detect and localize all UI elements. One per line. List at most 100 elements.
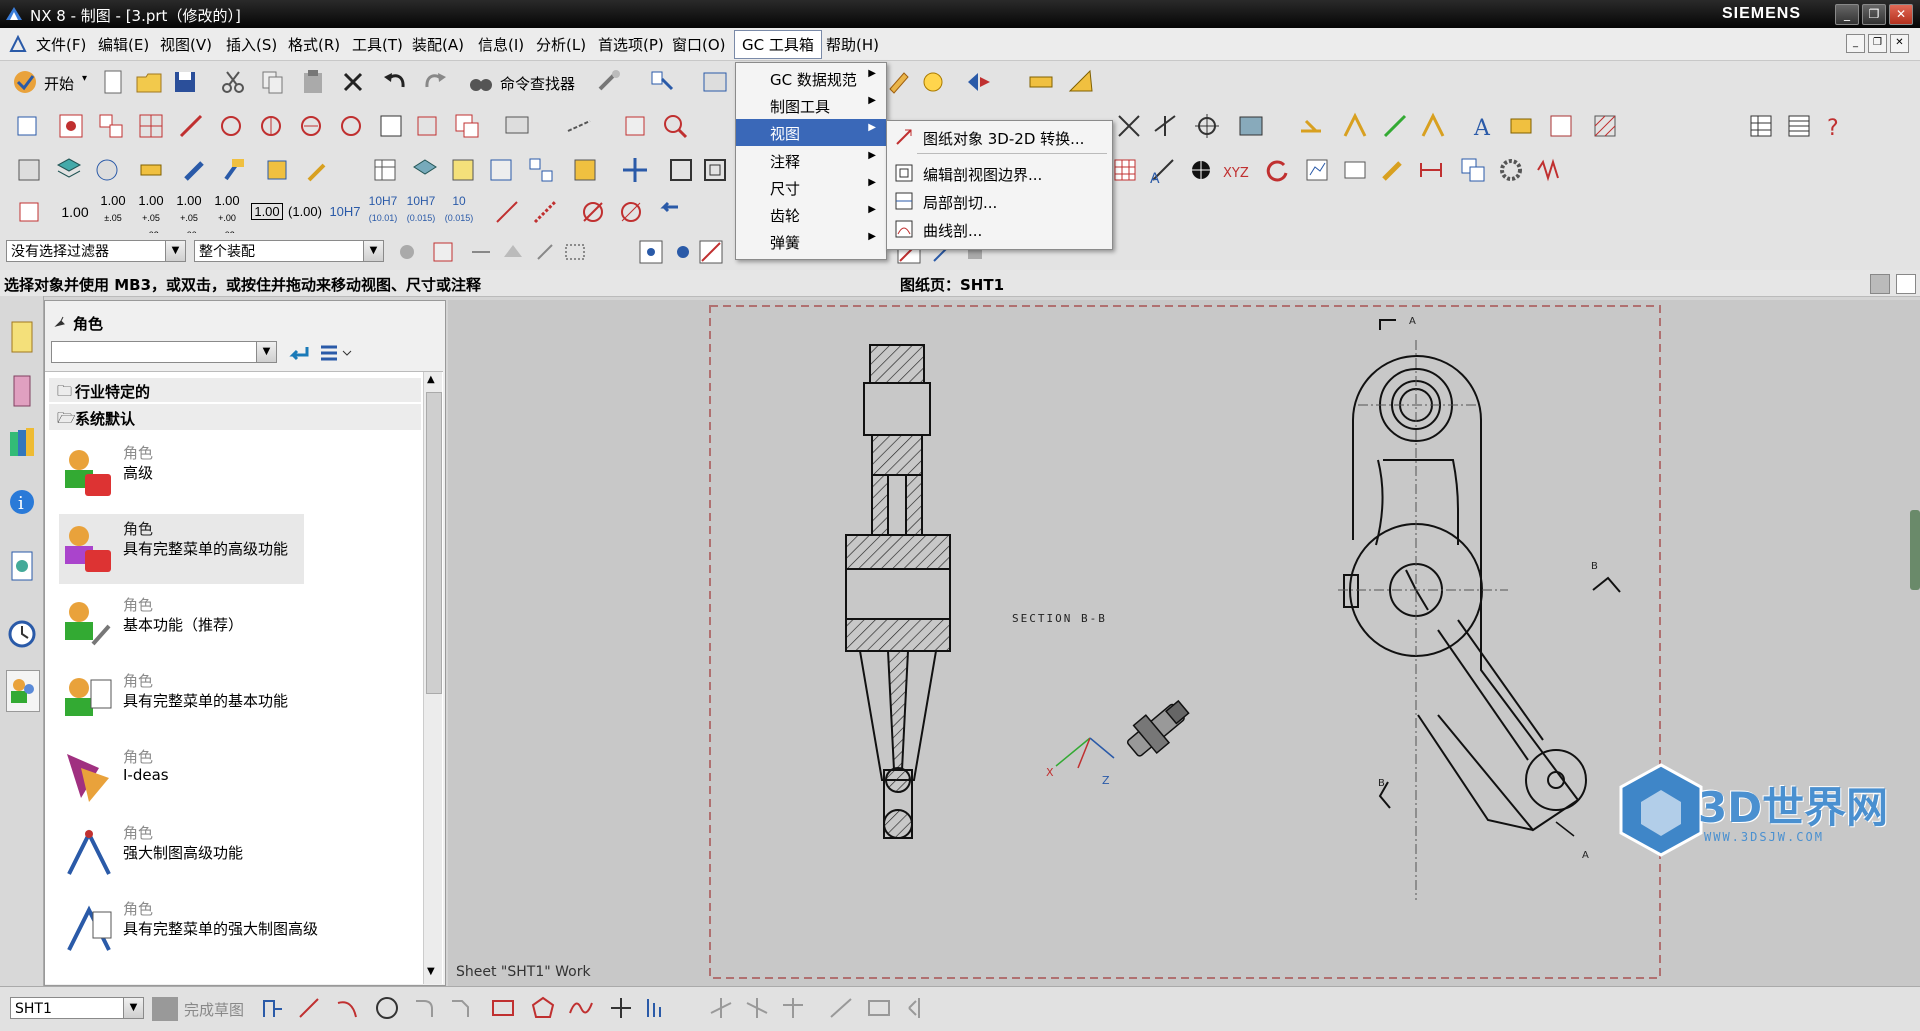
menu-help[interactable]: 帮助(H) <box>826 34 879 55</box>
target-point-icon[interactable] <box>1380 111 1410 141</box>
projected-view-icon[interactable] <box>96 111 126 141</box>
view-label-icon[interactable] <box>502 111 532 141</box>
display-view-icon[interactable] <box>452 111 482 141</box>
section-view-icon[interactable] <box>176 111 206 141</box>
view-dependent-edit-icon[interactable] <box>412 111 442 141</box>
layer-visible-icon[interactable] <box>410 155 440 185</box>
menu-info[interactable]: 信息(I) <box>478 34 524 55</box>
arrow-text-icon[interactable]: A <box>1148 155 1178 187</box>
xyz-icon[interactable]: XYZ <box>1222 155 1252 185</box>
dim-unilateral-plus-button[interactable]: 1.00+.05 -.00 <box>172 193 206 240</box>
pen-icon[interactable] <box>180 155 210 185</box>
line-cross-icon[interactable] <box>1114 111 1144 141</box>
mirror-icon[interactable] <box>904 993 934 1023</box>
dim-fit-button[interactable]: 10H7 <box>328 197 362 227</box>
intersection-icon[interactable] <box>1150 111 1180 141</box>
parts-list-icon[interactable] <box>1784 111 1814 141</box>
update-view-icon[interactable] <box>336 111 366 141</box>
dim-unilateral-minus-button[interactable]: 1.00+.00 -.02 <box>210 193 244 240</box>
status-view-icon[interactable] <box>1870 274 1890 294</box>
dim-reference-button[interactable]: (1.00) <box>288 197 322 227</box>
doc-restore-button[interactable]: ❐ <box>1868 34 1887 53</box>
select-all-icon[interactable] <box>428 237 458 267</box>
maximize-button[interactable]: ❐ <box>1862 4 1886 25</box>
frame-icon[interactable] <box>700 155 730 185</box>
feature-control-icon[interactable] <box>1506 111 1536 141</box>
web-browser-icon[interactable] <box>6 546 38 586</box>
assembly-navigator-icon[interactable] <box>6 372 38 412</box>
menu-file[interactable]: 文件(F) <box>36 34 86 55</box>
rectangle-select-icon[interactable] <box>560 237 590 267</box>
view-boundary-icon[interactable] <box>376 111 406 141</box>
constraint-icon[interactable] <box>826 993 856 1023</box>
move-icon[interactable] <box>620 155 650 185</box>
image-icon[interactable] <box>1236 111 1266 141</box>
menu-window[interactable]: 窗口(O) <box>672 34 726 55</box>
view-tool-icon[interactable] <box>918 67 948 97</box>
revolved-section-icon[interactable] <box>256 111 286 141</box>
polygon-icon[interactable] <box>528 993 558 1023</box>
submenu-edit-section-boundary[interactable]: 编辑剖视图边界... <box>887 159 1112 187</box>
dim-basic-button[interactable]: 1.00 <box>250 197 284 227</box>
fit-view-icon[interactable] <box>964 67 994 97</box>
start-button[interactable]: 开始 <box>44 73 74 94</box>
undo-icon[interactable] <box>380 67 410 97</box>
scrollbar-thumb[interactable] <box>426 392 442 694</box>
symbol-icon[interactable] <box>1186 155 1216 185</box>
menu-item-drafting-tools[interactable]: 制图工具 ▶ <box>736 92 886 119</box>
id-symbol-icon[interactable] <box>1418 111 1448 141</box>
refresh-icon[interactable] <box>1262 155 1292 185</box>
model-view-icon[interactable] <box>92 155 122 185</box>
dim-limit-button[interactable]: 10 (0.015) <box>442 193 476 223</box>
app-menu-icon[interactable] <box>8 34 28 58</box>
detail-view-icon[interactable] <box>136 111 166 141</box>
copy-icon[interactable] <box>258 67 288 97</box>
circle-icon[interactable] <box>372 993 402 1023</box>
window-icon[interactable] <box>1340 155 1370 185</box>
half-section-icon[interactable] <box>216 111 246 141</box>
dim-nominal-button[interactable]: 1.00 <box>58 197 92 227</box>
extend-icon[interactable] <box>742 993 772 1023</box>
role-item-essentials[interactable]: 角色 基本功能（推荐） <box>59 590 429 660</box>
weld-icon[interactable] <box>1296 111 1326 141</box>
close-button[interactable]: ✕ <box>1889 4 1913 25</box>
menu-assembly[interactable]: 装配(A) <box>412 34 464 55</box>
snap-midpoint-icon[interactable] <box>668 237 698 267</box>
menu-item-gc-data-standard[interactable]: GC 数据规范 ▶ <box>736 65 886 92</box>
centerline-icon[interactable] <box>564 111 594 141</box>
line-icon[interactable] <box>294 993 324 1023</box>
roles-tab-icon[interactable] <box>6 670 40 712</box>
trim-icon[interactable] <box>706 993 736 1023</box>
submenu-curve-section[interactable]: 曲线剖... <box>887 215 1112 243</box>
layer-icon[interactable] <box>700 67 730 97</box>
copy-object-icon[interactable] <box>1458 155 1488 185</box>
settings-gear-icon[interactable] <box>1496 155 1526 185</box>
reuse-library-icon[interactable] <box>6 422 38 462</box>
folder-industry[interactable]: 🗀 行业特定的 <box>49 378 421 402</box>
part-navigator-icon[interactable] <box>6 318 38 358</box>
datum-icon[interactable] <box>1546 111 1576 141</box>
paste-icon[interactable] <box>298 67 328 97</box>
pin-icon[interactable] <box>53 315 67 333</box>
point-icon[interactable] <box>1192 111 1222 141</box>
block-icon[interactable] <box>262 155 292 185</box>
offset-curve-icon[interactable] <box>640 993 670 1023</box>
role-item-advanced[interactable]: 角色 高级 <box>59 438 429 508</box>
snap-line-icon[interactable] <box>696 237 726 267</box>
dim-upper-lower-button[interactable]: 1.00+.05 -.02 <box>134 193 168 240</box>
dim-fit-limits-button[interactable]: 10H7 (10.01) <box>366 193 400 223</box>
chart-icon[interactable] <box>1302 155 1332 185</box>
open-folder-icon[interactable] <box>134 67 164 97</box>
dimension-span-icon[interactable] <box>1416 155 1446 185</box>
status-fit-icon[interactable] <box>1896 274 1916 294</box>
dock-handle[interactable] <box>1910 510 1920 590</box>
layer-settings-icon[interactable] <box>54 155 84 185</box>
text-box-icon[interactable] <box>570 155 600 185</box>
redo-icon[interactable] <box>420 67 450 97</box>
role-item-advanced-full[interactable]: 角色 具有完整菜单的高级功能 <box>59 514 304 584</box>
info-window-icon[interactable]: i <box>6 482 38 522</box>
break-view-icon[interactable] <box>296 111 326 141</box>
corner-icon[interactable] <box>778 993 808 1023</box>
new-sheet-icon[interactable] <box>12 111 42 141</box>
role-item-essentials-full[interactable]: 角色 具有完整菜单的基本功能 <box>59 666 429 736</box>
